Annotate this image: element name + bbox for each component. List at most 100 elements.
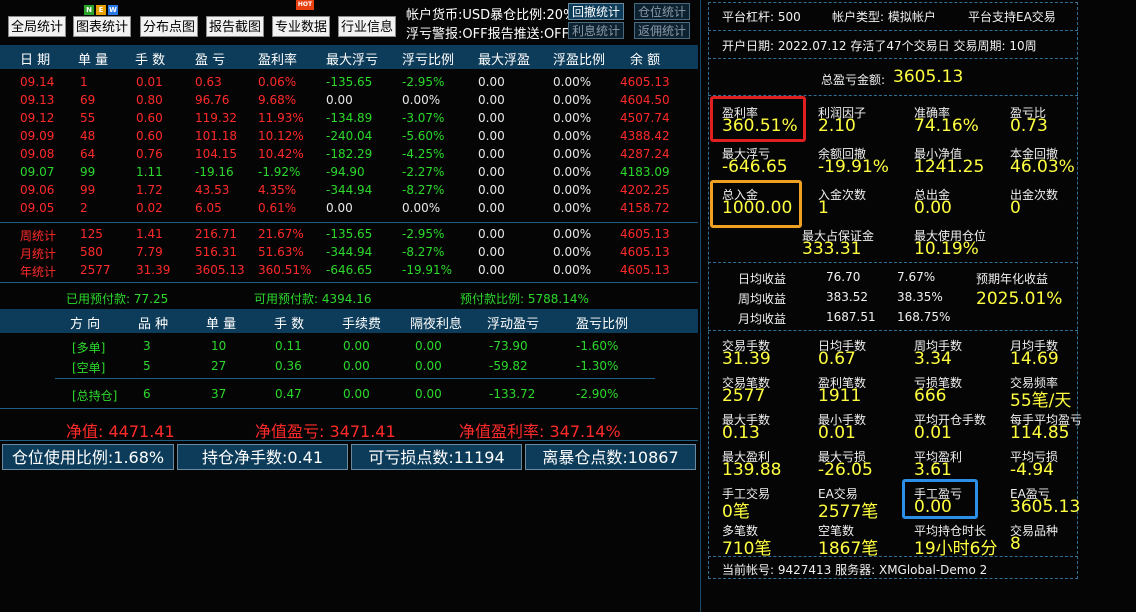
cell-date: 09.05 bbox=[20, 201, 55, 215]
cell-rate: 0.61% bbox=[258, 201, 297, 215]
hot-badge: HOT bbox=[296, 0, 314, 10]
divider bbox=[708, 556, 1078, 557]
distribution-chart-button[interactable]: 分布点图 bbox=[140, 16, 198, 37]
loss-points-button[interactable]: 可亏损点数:11194 bbox=[351, 444, 522, 470]
position-stats-button[interactable]: 仓位统计 bbox=[634, 3, 690, 20]
cell-date: 09.08 bbox=[20, 147, 55, 161]
cell-float-loss-ratio: -8.27% bbox=[402, 183, 445, 197]
cell-direction: [总持仓] bbox=[72, 389, 118, 403]
table-row: 09.09 48 0.60 101.18 10.12% -240.04 -5.60% 0.00… bbox=[0, 128, 698, 146]
cell-balance: 4202.25 bbox=[620, 183, 670, 197]
stat-value: 0 bbox=[1010, 198, 1021, 218]
cell-max-float-profit: 0.00 bbox=[478, 147, 505, 161]
interest-stats-button[interactable]: 利息统计 bbox=[568, 22, 624, 39]
cell-rate: 9.68% bbox=[258, 93, 297, 107]
rollback-stats-button[interactable]: 回撤统计 bbox=[568, 3, 624, 20]
cell-max-float-profit: 0.00 bbox=[478, 129, 505, 143]
commission-stats-button[interactable]: 返佣统计 bbox=[634, 22, 690, 39]
new-badge-w: W bbox=[108, 5, 118, 15]
total-pl-value: 3605.13 bbox=[893, 67, 964, 87]
cell-float-profit-ratio: 0.00% bbox=[553, 111, 592, 125]
table-row: 年统计 2577 31.39 3605.13 360.51% -646.65 -19.91%… bbox=[0, 262, 698, 280]
pro-data-button[interactable]: 专业数据 bbox=[272, 16, 330, 37]
global-stats-button[interactable]: 全局统计 bbox=[8, 16, 66, 37]
stat-value: 0.13 bbox=[722, 423, 760, 443]
cell-orders: 69 bbox=[80, 93, 96, 107]
header-max-float-loss: 最大浮亏 bbox=[326, 53, 379, 68]
net-lots-button[interactable]: 持仓净手数:0.41 bbox=[177, 444, 348, 470]
available-prepay: 可用预付款: 4394.16 bbox=[254, 292, 372, 306]
cell-rate: 10.42% bbox=[258, 147, 304, 161]
stat-value: 0笔 bbox=[722, 502, 750, 522]
cell-date: 09.12 bbox=[20, 111, 55, 125]
cell-pl: 216.71 bbox=[195, 227, 237, 241]
cell-orders: 27 bbox=[211, 359, 227, 373]
header-orders: 单 量 bbox=[78, 53, 109, 68]
header-date: 日 期 bbox=[20, 53, 51, 68]
cell-pl: 104.15 bbox=[195, 147, 237, 161]
daily-table-header: 日 期 单 量 手 数 盈 亏 盈利率 最大浮亏 浮亏比例 最大浮盈 浮盈比例 … bbox=[0, 45, 698, 69]
cell-swap: 0.00 bbox=[415, 339, 442, 353]
cell-date: 09.13 bbox=[20, 93, 55, 107]
cell-direction: [多单] bbox=[72, 341, 106, 355]
cell-floating-pl: -59.82 bbox=[489, 359, 528, 373]
header-direction: 方 向 bbox=[70, 317, 101, 332]
manual-pl-highlight bbox=[902, 479, 978, 519]
cell-direction: [空单] bbox=[72, 361, 106, 375]
stat-value: 1 bbox=[818, 198, 829, 218]
cell-lots: 0.01 bbox=[136, 75, 163, 89]
divider bbox=[0, 440, 698, 441]
header-swap: 隔夜利息 bbox=[410, 317, 463, 332]
cell-orders: 37 bbox=[211, 387, 227, 401]
monthly-avg-value: 1687.51 bbox=[826, 310, 876, 324]
cell-date: 09.06 bbox=[20, 183, 55, 197]
cell-max-float-profit: 0.00 bbox=[478, 93, 505, 107]
stat-value: 14.69 bbox=[1010, 349, 1059, 369]
cell-float-loss-ratio: -5.60% bbox=[402, 129, 445, 143]
header-rate: 盈利率 bbox=[258, 53, 298, 68]
cell-float-profit-ratio: 0.00% bbox=[553, 227, 592, 241]
table-row: [空单] 5 27 0.36 0.00 0.00 -59.82 -1.30% bbox=[0, 358, 698, 376]
cell-pl: 101.18 bbox=[195, 129, 237, 143]
header-pl: 盈 亏 bbox=[195, 53, 226, 68]
stat-value: -4.94 bbox=[1010, 460, 1054, 480]
header-balance: 余 额 bbox=[630, 53, 661, 68]
header-float-loss-ratio: 浮亏比例 bbox=[402, 53, 455, 68]
stat-value: -646.65 bbox=[722, 157, 788, 177]
position-usage-button[interactable]: 仓位使用比例:1.68% bbox=[2, 444, 174, 470]
stat-value: 333.31 bbox=[802, 239, 862, 259]
cell-commission: 0.00 bbox=[343, 387, 370, 401]
stat-value: 0.01 bbox=[818, 423, 856, 443]
header-float-profit-ratio: 浮盈比例 bbox=[553, 53, 606, 68]
used-prepay: 已用预付款: 77.25 bbox=[66, 292, 169, 306]
cell-max-float-loss: -182.29 bbox=[326, 147, 373, 161]
header-symbols: 品 种 bbox=[138, 317, 169, 332]
weekly-avg-label: 周均收益 bbox=[738, 292, 787, 306]
cell-lots: 1.72 bbox=[136, 183, 163, 197]
header-pl-ratio: 盈亏比例 bbox=[576, 317, 629, 332]
cell-rate: 4.35% bbox=[258, 183, 297, 197]
cell-max-float-loss: -94.90 bbox=[326, 165, 365, 179]
report-screenshot-button[interactable]: 报告截图 bbox=[206, 16, 264, 37]
cell-commission: 0.00 bbox=[343, 339, 370, 353]
cell-lots: 0.60 bbox=[136, 129, 163, 143]
cell-pl: 6.05 bbox=[195, 201, 222, 215]
cell-float-loss-ratio: -19.91% bbox=[402, 263, 453, 277]
cell-float-loss-ratio: -4.25% bbox=[402, 147, 445, 161]
cell-max-float-loss: -135.65 bbox=[326, 75, 373, 89]
stat-value: -19.91% bbox=[818, 157, 889, 177]
cell-float-profit-ratio: 0.00% bbox=[553, 263, 592, 277]
stopout-points-button[interactable]: 离暴仓点数:10867 bbox=[525, 444, 696, 470]
cell-lots: 0.76 bbox=[136, 147, 163, 161]
new-badge-e: E bbox=[96, 5, 106, 15]
cell-balance: 4158.72 bbox=[620, 201, 670, 215]
divider bbox=[708, 58, 1078, 59]
divider bbox=[708, 262, 1078, 263]
industry-info-button[interactable]: 行业信息 bbox=[338, 16, 396, 37]
stat-value: 3.61 bbox=[914, 460, 952, 480]
cell-orders: 55 bbox=[80, 111, 96, 125]
cell-float-profit-ratio: 0.00% bbox=[553, 147, 592, 161]
cell-lots: 0.02 bbox=[136, 201, 163, 215]
chart-stats-button[interactable]: 图表统计 bbox=[73, 16, 131, 37]
cell-date: 月统计 bbox=[20, 247, 57, 261]
